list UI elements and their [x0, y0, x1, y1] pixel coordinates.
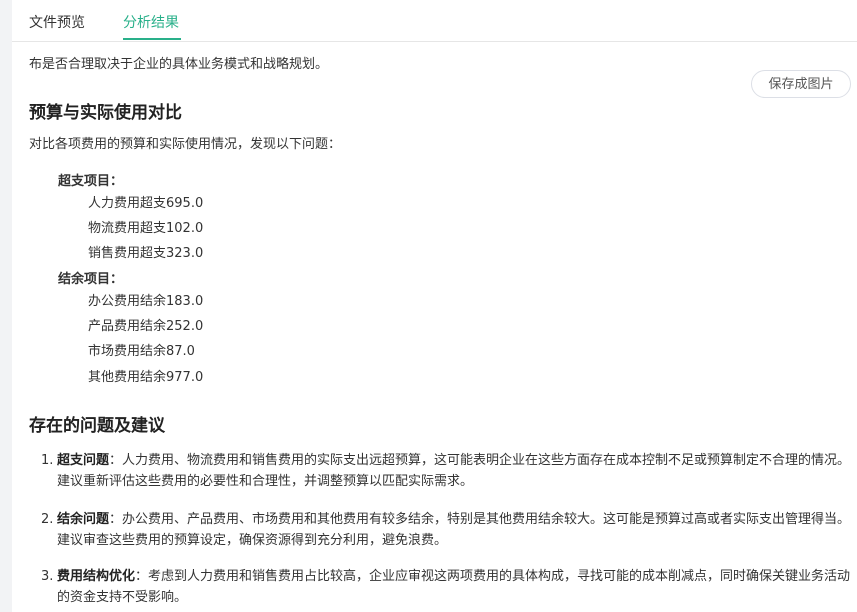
list-item: 产品费用结余252.0: [88, 319, 204, 334]
tab-analysis-result[interactable]: 分析结果: [123, 13, 179, 33]
list-item: 人力费用超支695.0: [88, 196, 204, 211]
analysis-content: 布是否合理取决于企业的具体业务模式和战略规划。 预算与实际使用对比 对比各项费用…: [29, 55, 850, 605]
list-item: 销售费用超支323.0: [88, 246, 204, 261]
tab-bar: 文件预览 分析结果: [12, 0, 857, 42]
issue-body: ：办公费用、产品费用、市场费用和其他费用有较多结余，特别是其他费用结余较大。这可…: [57, 512, 851, 548]
analysis-panel: 文件预览 分析结果 保存成图片 布是否合理取决于企业的具体业务模式和战略规划。 …: [12, 0, 857, 612]
surplus-label: 结余项目：: [58, 272, 124, 287]
issue-text: 结余问题：办公费用、产品费用、市场费用和其他费用有较多结余，特别是其他费用结余较…: [57, 509, 857, 551]
issue-title: 超支问题: [57, 453, 110, 468]
intro-line: 布是否合理取决于企业的具体业务模式和战略规划。: [29, 57, 329, 72]
budget-intro: 对比各项费用的预算和实际使用情况，发现以下问题：: [29, 137, 342, 152]
list-item: 其他费用结余977.0: [88, 370, 204, 385]
issue-body: ：考虑到人力费用和销售费用占比较高，企业应审视这两项费用的具体构成，寻找可能的成…: [57, 569, 851, 605]
issue-title: 费用结构优化: [57, 569, 136, 584]
issue-title: 结余问题: [57, 512, 110, 527]
budget-heading: 预算与实际使用对比: [29, 103, 182, 123]
issue-text: 费用结构优化：考虑到人力费用和销售费用占比较高，企业应审视这两项费用的具体构成，…: [57, 566, 857, 608]
issue-body: ：人力费用、物流费用和销售费用的实际支出远超预算，这可能表明企业在这些方面存在成…: [57, 453, 851, 489]
active-tab-indicator: [123, 38, 181, 40]
list-item: 物流费用超支102.0: [88, 221, 204, 236]
list-item: 市场费用结余87.0: [88, 344, 195, 359]
issue-text: 超支问题：人力费用、物流费用和销售费用的实际支出远超预算，这可能表明企业在这些方…: [57, 450, 857, 492]
issues-heading: 存在的问题及建议: [29, 416, 165, 436]
issue-number: 3.: [41, 569, 54, 584]
list-item: 办公费用结余183.0: [88, 294, 204, 309]
issue-number: 1.: [41, 453, 54, 468]
overspend-label: 超支项目：: [58, 174, 124, 189]
issue-number: 2.: [41, 512, 54, 527]
tab-file-preview[interactable]: 文件预览: [29, 13, 85, 33]
